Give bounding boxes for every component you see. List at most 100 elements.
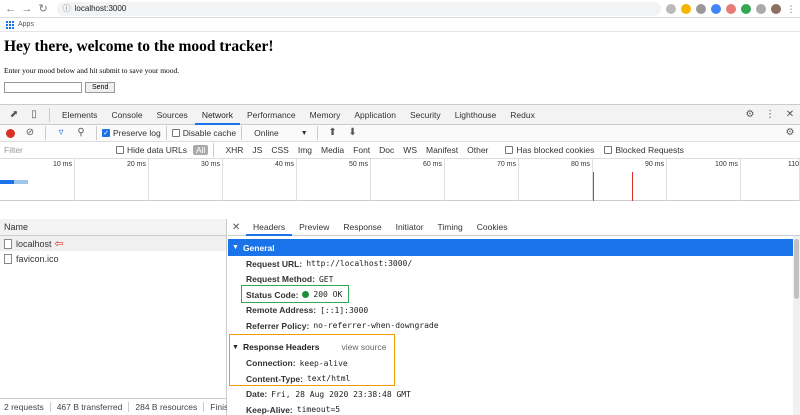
info-icon[interactable]: ⓘ [63,3,71,14]
tab-redux[interactable]: Redux [503,105,542,125]
arrow-left-icon: ⇦ [54,238,64,250]
extension-icon[interactable] [681,3,692,14]
page-content: Hey there, welcome to the mood tracker! … [0,32,800,102]
avatar[interactable] [771,3,782,14]
throttle-select[interactable]: Online ▼ [250,127,312,139]
search-icon[interactable]: ⚲ [74,126,88,140]
request-name: favicon.ico [16,253,59,264]
type-filter-xhr[interactable]: XHR [222,145,246,155]
timeline-tick: 10 ms [53,159,75,201]
transferred-size: 467 B transferred [57,402,130,412]
request-count: 2 requests [4,402,51,412]
url-text: localhost:3000 [74,4,127,13]
intro-text: Enter your mood below and hit submit to … [4,66,180,75]
apps-icon[interactable] [6,20,14,29]
general-section-header[interactable]: ▼ General [228,239,800,256]
clear-icon[interactable]: ⊘ [23,126,37,140]
timeline-tick: 90 ms [645,159,667,201]
dom-content-loaded-marker [593,172,594,201]
list-item[interactable]: favicon.ico [0,251,226,266]
timeline-tick: 100 ms [715,159,741,201]
type-filter-all[interactable]: All [193,145,209,155]
tab-lighthouse[interactable]: Lighthouse [448,105,504,125]
tab-preview[interactable]: Preview [292,219,336,236]
type-filter-css[interactable]: CSS [268,145,291,155]
back-icon[interactable]: ← [4,2,17,16]
devtools-tabbar: ⬈ ▯ Elements Console Sources Network Per… [0,105,800,125]
network-toolbar: ⊘ ▿ ⚲ ✓ Preserve log Disable cache Onlin… [0,125,800,142]
disable-cache-label: Disable cache [182,128,237,138]
record-icon[interactable] [6,128,15,138]
preserve-log-checkbox[interactable]: ✓ [102,129,110,137]
divider [241,126,243,140]
preserve-log-label: Preserve log [113,128,161,138]
header-value: [::1]:3000 [320,305,369,315]
timeline-tick: 50 ms [349,159,371,201]
header-row: Referrer Policy: no-referrer-when-downgr… [228,318,800,334]
request-name: localhost [16,238,52,249]
tab-sources[interactable]: Sources [150,105,195,125]
tab-security[interactable]: Security [403,105,448,125]
address-bar[interactable]: ⓘ localhost:3000 [56,1,662,16]
more-icon[interactable]: ⋮ [763,108,777,122]
reload-icon[interactable]: ↻ [36,2,49,16]
tab-headers[interactable]: Headers [246,219,293,236]
star-icon[interactable] [666,3,677,14]
details-tabbar: ✕ Headers Preview Response Initiator Tim… [228,219,800,236]
tab-console[interactable]: Console [104,105,149,125]
header-key: Remote Address: [246,305,317,316]
header-key: Keep-Alive: [246,404,293,415]
send-button[interactable]: Send [85,82,116,93]
filter-input[interactable]: Filter [4,145,116,155]
network-overview-timeline[interactable]: 10 ms 20 ms 30 ms 40 ms 50 ms 60 ms 70 m… [0,159,800,201]
type-filter-media[interactable]: Media [318,145,347,155]
tab-cookies[interactable]: Cookies [470,219,515,236]
extension-icon[interactable] [741,3,752,14]
document-icon [4,253,12,264]
extension-icon[interactable] [711,3,722,14]
extension-icon[interactable] [756,3,767,14]
type-filter-doc[interactable]: Doc [376,145,397,155]
tab-timing[interactable]: Timing [431,219,470,236]
tab-application[interactable]: Application [347,105,403,125]
type-filter-img[interactable]: Img [295,145,315,155]
close-icon[interactable]: ✕ [783,108,797,122]
extension-icon[interactable] [726,3,737,14]
blocked-requests-checkbox[interactable] [604,146,613,154]
gear-icon[interactable]: ⚙ [783,126,797,140]
name-column-header[interactable]: Name [0,219,226,236]
type-filter-manifest[interactable]: Manifest [423,145,461,155]
filter-icon[interactable]: ▿ [54,126,68,140]
gear-icon[interactable]: ⚙ [743,108,757,122]
type-filter-js[interactable]: JS [249,145,265,155]
apps-label[interactable]: Apps [18,21,34,28]
blocked-cookies-checkbox[interactable] [505,146,514,154]
tab-performance[interactable]: Performance [240,105,303,125]
scrollbar-thumb[interactable] [794,239,799,299]
hide-data-urls-checkbox[interactable] [116,146,124,154]
inspect-icon[interactable]: ⬈ [7,108,21,122]
menu-icon[interactable]: ⋮ [786,3,797,14]
mood-input[interactable] [4,82,82,93]
tab-memory[interactable]: Memory [303,105,348,125]
tab-initiator[interactable]: Initiator [389,219,431,236]
type-filter-font[interactable]: Font [350,145,373,155]
extension-icon[interactable] [696,3,707,14]
triangle-down-icon: ▼ [232,244,239,251]
tab-response[interactable]: Response [336,219,388,236]
import-icon[interactable]: ⬆ [326,126,340,140]
list-item[interactable]: localhost ⇦ [0,236,226,251]
type-filter-other[interactable]: Other [464,145,491,155]
export-icon[interactable]: ⬇ [346,126,360,140]
tab-network[interactable]: Network [194,105,240,125]
type-filter-ws[interactable]: WS [400,145,420,155]
disable-cache-checkbox[interactable] [171,129,180,137]
header-value: http://localhost:3000/ [306,259,413,269]
extension-icons: ⋮ [661,3,797,14]
section-title: General [242,242,275,253]
forward-icon[interactable]: → [20,2,33,16]
tab-elements[interactable]: Elements [55,105,104,125]
close-icon[interactable]: ✕ [232,222,246,233]
divider [45,126,46,140]
device-toolbar-icon[interactable]: ▯ [27,108,41,122]
